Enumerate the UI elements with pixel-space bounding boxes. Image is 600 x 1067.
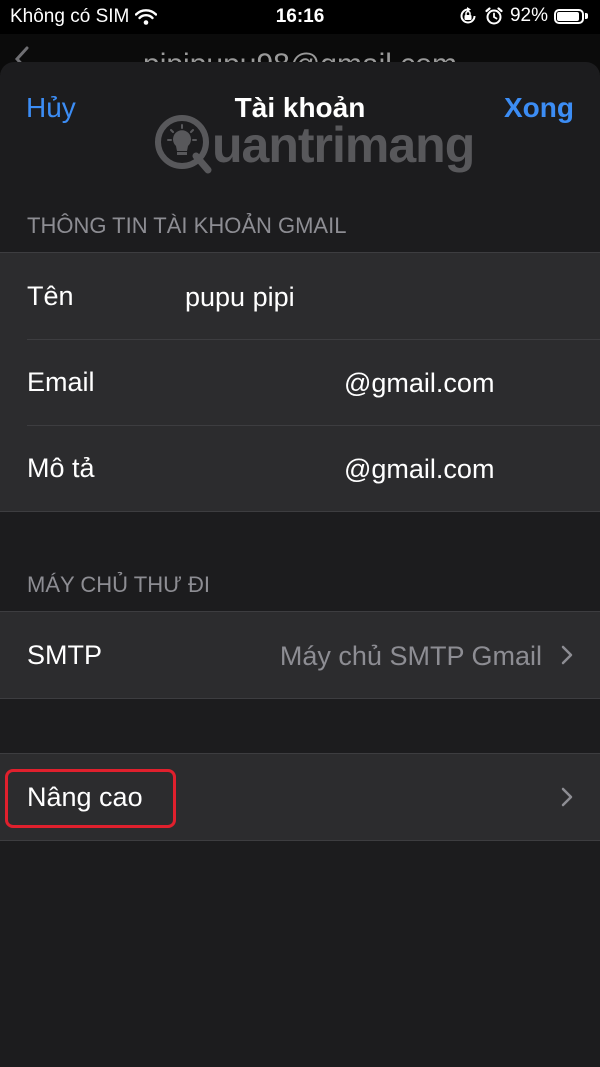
battery-body bbox=[554, 8, 584, 24]
description-field[interactable]: @gmail.com bbox=[344, 454, 494, 485]
account-section-header: THÔNG TIN TÀI KHOẢN GMAIL bbox=[27, 213, 347, 238]
smtp-label: SMTP bbox=[27, 640, 103, 670]
alarm-icon bbox=[485, 7, 503, 25]
status-bar: Không có SIM 16:16 92% bbox=[0, 0, 600, 34]
orientation-lock-icon bbox=[460, 7, 476, 24]
email-field[interactable]: @gmail.com bbox=[344, 368, 494, 399]
status-indicators: 92% bbox=[458, 5, 588, 27]
done-button[interactable]: Xong bbox=[504, 92, 574, 124]
watermark-text: uantrimang bbox=[212, 117, 475, 173]
chevron-right-icon bbox=[561, 645, 573, 665]
watermark: uantrimang bbox=[152, 112, 475, 178]
watermark-logo-icon bbox=[155, 115, 212, 174]
email-row[interactable]: Email @gmail.com bbox=[0, 339, 600, 425]
name-label: Tên bbox=[27, 281, 74, 311]
account-info-group: Tên pupu pipi Email @gmail.com Mô tả @gm… bbox=[0, 252, 600, 512]
description-row[interactable]: Mô tả @gmail.com bbox=[0, 425, 600, 511]
battery-percentage: 92% bbox=[509, 5, 548, 26]
email-label: Email bbox=[27, 367, 95, 397]
battery-cap bbox=[585, 13, 588, 19]
smtp-row[interactable]: SMTP Máy chủ SMTP Gmail bbox=[0, 612, 600, 698]
advanced-row[interactable]: Nâng cao bbox=[0, 754, 600, 840]
advanced-group: Nâng cao bbox=[0, 753, 600, 841]
smtp-server-value: Máy chủ SMTP Gmail bbox=[279, 641, 542, 671]
highlight-annotation bbox=[5, 769, 176, 828]
battery-icon bbox=[554, 8, 588, 24]
description-label: Mô tả bbox=[27, 453, 95, 483]
name-row[interactable]: Tên pupu pipi bbox=[0, 253, 600, 339]
name-field[interactable]: pupu pipi bbox=[185, 282, 295, 313]
account-sheet: Hủy Tài khoản Xong uantrimang THÔNG TIN … bbox=[0, 62, 600, 1067]
chevron-right-icon bbox=[561, 787, 573, 807]
outgoing-server-group: SMTP Máy chủ SMTP Gmail bbox=[0, 611, 600, 699]
battery-fill bbox=[557, 11, 579, 21]
outgoing-section-header: MÁY CHỦ THƯ ĐI bbox=[27, 572, 210, 597]
